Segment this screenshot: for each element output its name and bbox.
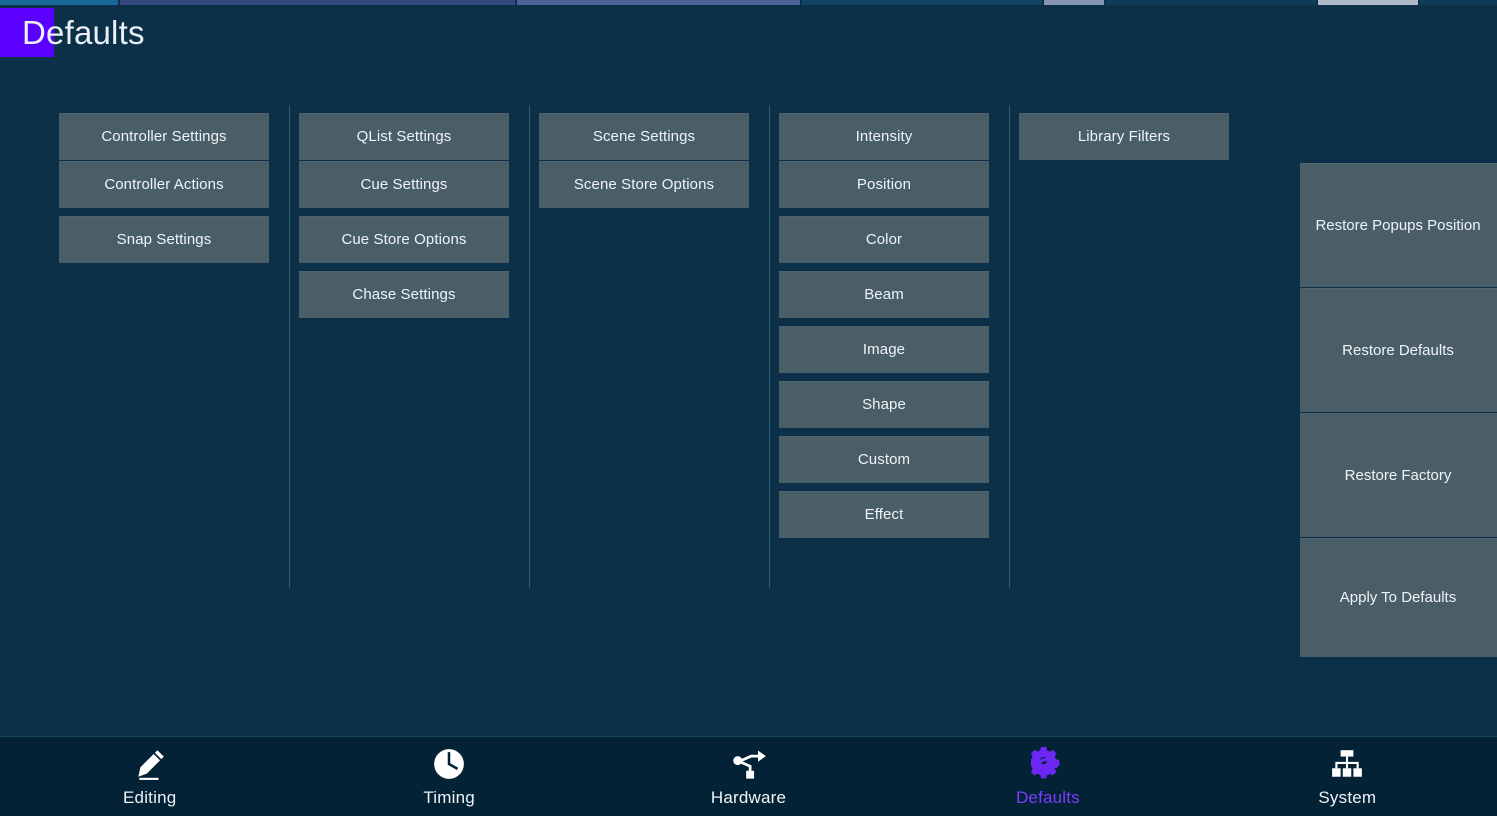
button-color[interactable]: Color	[779, 216, 989, 263]
button-shape[interactable]: Shape	[779, 381, 989, 428]
nav-item-editing[interactable]: Editing	[0, 737, 299, 816]
usb-icon	[730, 745, 768, 783]
button-qlist-settings[interactable]: QList Settings	[299, 113, 509, 160]
button-position[interactable]: Position	[779, 161, 989, 208]
nav-item-hardware[interactable]: Hardware	[599, 737, 898, 816]
cut-off-top-bar	[0, 0, 1497, 5]
top-strip-segment	[1044, 0, 1104, 5]
button-restore-popups-position[interactable]: Restore Popups Position	[1300, 163, 1497, 287]
top-strip-segment	[1420, 0, 1497, 5]
button-chase-settings[interactable]: Chase Settings	[299, 271, 509, 318]
button-cue-store-options[interactable]: Cue Store Options	[299, 216, 509, 263]
button-apply-to-defaults[interactable]: Apply To Defaults	[1300, 538, 1497, 657]
button-image[interactable]: Image	[779, 326, 989, 373]
button-restore-defaults[interactable]: Restore Defaults	[1300, 288, 1497, 412]
button-library-filters[interactable]: Library Filters	[1019, 113, 1229, 160]
top-strip-segment	[517, 0, 800, 5]
button-beam[interactable]: Beam	[779, 271, 989, 318]
column-library: Library Filters	[1019, 105, 1250, 590]
column-attributes: Intensity Position Color Beam Image Shap…	[779, 105, 1010, 590]
nav-label-system: System	[1318, 788, 1377, 807]
settings-columns: Controller Settings Controller Actions S…	[0, 105, 1280, 590]
top-strip-segment	[1318, 0, 1418, 5]
top-strip-segment	[120, 0, 515, 5]
restore-actions-panel: Restore Popups Position Restore Defaults…	[1300, 163, 1497, 657]
nav-item-system[interactable]: System	[1198, 737, 1497, 816]
top-strip-segment	[0, 0, 118, 5]
button-controller-settings[interactable]: Controller Settings	[59, 113, 269, 160]
column-divider	[289, 105, 290, 588]
pencil-icon	[131, 745, 169, 783]
column-divider	[529, 105, 530, 588]
bottom-navigation-bar: Editing Timing Hardware Defaults System	[0, 736, 1497, 816]
column-qlist-cue-chase: QList Settings Cue Settings Cue Store Op…	[299, 105, 530, 590]
button-custom[interactable]: Custom	[779, 436, 989, 483]
column-controller: Controller Settings Controller Actions S…	[59, 105, 290, 590]
column-divider	[769, 105, 770, 588]
clock-icon	[430, 745, 468, 783]
nav-label-hardware: Hardware	[710, 788, 787, 807]
button-cue-settings[interactable]: Cue Settings	[299, 161, 509, 208]
button-scene-store-options[interactable]: Scene Store Options	[539, 161, 749, 208]
button-scene-settings[interactable]: Scene Settings	[539, 113, 749, 160]
hierarchy-icon	[1328, 745, 1366, 783]
column-scene: Scene Settings Scene Store Options	[539, 105, 770, 590]
page-title-label: Defaults	[22, 14, 145, 51]
top-strip-segment	[1106, 0, 1316, 5]
top-strip-segment	[802, 0, 1042, 5]
nav-item-timing[interactable]: Timing	[299, 737, 598, 816]
column-divider	[1009, 105, 1010, 588]
gear-icon	[1029, 745, 1067, 783]
nav-label-editing: Editing	[123, 788, 177, 807]
nav-label-defaults: Defaults	[1015, 788, 1080, 807]
button-snap-settings[interactable]: Snap Settings	[59, 216, 269, 263]
nav-item-defaults[interactable]: Defaults	[898, 737, 1197, 816]
nav-label-timing: Timing	[423, 788, 475, 807]
button-intensity[interactable]: Intensity	[779, 113, 989, 160]
button-effect[interactable]: Effect	[779, 491, 989, 538]
button-restore-factory[interactable]: Restore Factory	[1300, 413, 1497, 537]
button-controller-actions[interactable]: Controller Actions	[59, 161, 269, 208]
defaults-screen: Defaults Controller Settings Controller …	[0, 0, 1497, 816]
